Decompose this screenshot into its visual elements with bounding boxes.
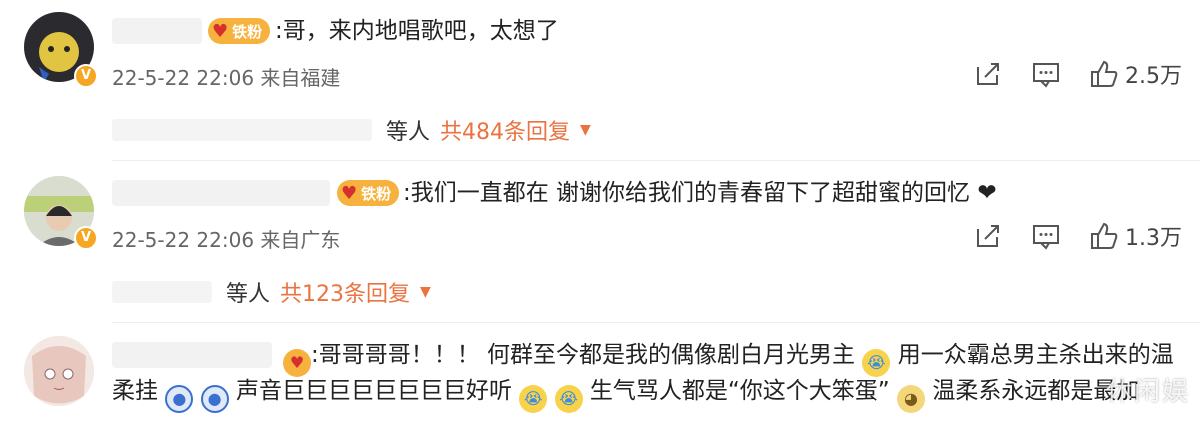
comment-icon [1033, 63, 1059, 88]
share-icon [977, 63, 999, 85]
comment-actions: 1.3万 [973, 220, 1182, 252]
doraemon-emoji-icon: ● [200, 385, 229, 413]
comment-text-line-1: ♥:哥哥哥哥！！！ 何群至今都是我的偶像剧白月光男主 😭 用一众霸总男主杀出来的… [283, 340, 1174, 377]
comment-actions: 2.5万 [973, 58, 1182, 90]
comment-meta: 22-5-22 22:06 来自广东 [112, 228, 341, 252]
thumbs-up-icon [1091, 60, 1118, 87]
like-count: 1.3万 [1125, 226, 1182, 251]
comment-1: V ♥ 铁粉 :哥，来内地唱歌吧，太想了 22-5-22 22:06 来自福建 … [0, 0, 1200, 160]
crying-emoji-icon: 😭 [554, 385, 583, 413]
heart-crown-icon: ♥ [283, 349, 311, 377]
chevron-down-icon: ▼ [420, 284, 431, 300]
reply-count-link[interactable]: 共123条回复 [280, 276, 410, 308]
share-button[interactable] [973, 221, 1003, 251]
crying-emoji-icon: 😭 [862, 349, 891, 377]
verified-icon: V [74, 64, 98, 88]
like-count: 2.5万 [1125, 64, 1182, 89]
like-button[interactable]: 2.5万 [1089, 58, 1182, 90]
comment-button[interactable] [1031, 59, 1061, 89]
share-button[interactable] [973, 59, 1003, 89]
verified-icon: V [74, 226, 98, 250]
dog-emoji-icon: ◕ [897, 385, 926, 413]
crying-emoji-icon: 😭 [519, 385, 548, 413]
fan-badge: ♥ 铁粉 [208, 18, 271, 44]
share-icon [977, 225, 999, 247]
thumbs-up-icon [1091, 222, 1118, 249]
comment-text-line-2: 柔挂 ● ● 声音巨巨巨巨巨巨巨巨好听 😭 😭 生气骂人都是“你这个大笨蛋” ◕… [112, 376, 1139, 413]
reply-count-link[interactable]: 共484条回复 [440, 114, 570, 146]
username[interactable] [112, 180, 330, 206]
doraemon-emoji-icon: ● [165, 385, 194, 413]
comment-2: V ♥ 铁粉 :我们一直都在 谢谢你给我们的青春留下了超甜蜜的回忆 ❤ 22-5… [0, 162, 1200, 322]
heart-icon: ♥ [212, 20, 229, 42]
avatar[interactable] [24, 336, 94, 406]
username[interactable] [112, 18, 202, 44]
watermark: 休闲娱 [1105, 377, 1190, 407]
divider [112, 322, 1200, 323]
comment-icon [1033, 225, 1059, 250]
comment-meta: 22-5-22 22:06 来自福建 [112, 66, 341, 90]
reply-summary[interactable]: 等人 共484条回复 ▼ [112, 114, 591, 146]
comment-text: :哥，来内地唱歌吧，太想了 [275, 18, 559, 44]
comment-3: ♥:哥哥哥哥！！！ 何群至今都是我的偶像剧白月光男主 😭 用一众霸总男主杀出来的… [0, 324, 1200, 422]
reply-usernames [112, 119, 372, 141]
heart-icon: ♥ [341, 182, 358, 204]
comment-button[interactable] [1031, 221, 1061, 251]
reply-summary[interactable]: 等人 共123条回复 ▼ [112, 276, 431, 308]
username[interactable] [112, 342, 272, 368]
divider [112, 160, 1200, 161]
like-button[interactable]: 1.3万 [1089, 220, 1182, 252]
comment-text: :我们一直都在 谢谢你给我们的青春留下了超甜蜜的回忆 ❤ [403, 180, 997, 206]
fan-badge: ♥ 铁粉 [337, 180, 400, 206]
chevron-down-icon: ▼ [580, 122, 591, 138]
reply-usernames [112, 281, 212, 303]
